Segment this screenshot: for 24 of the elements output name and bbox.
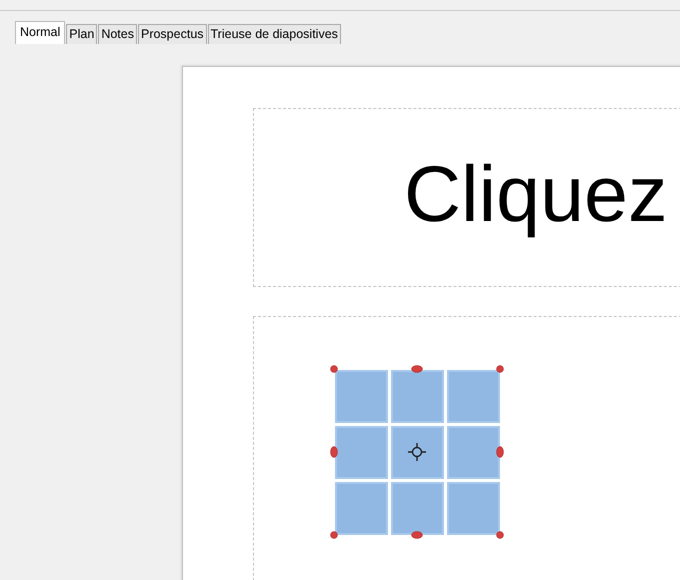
selection-handle[interactable] xyxy=(330,446,338,458)
tile xyxy=(335,482,388,535)
tile xyxy=(335,426,388,479)
title-placeholder[interactable]: Cliquez xyxy=(253,108,680,287)
tile xyxy=(447,426,500,479)
tile xyxy=(335,370,388,423)
slide-title: Cliquez xyxy=(404,154,668,240)
tile xyxy=(391,482,444,535)
selection-handle[interactable] xyxy=(330,531,338,539)
selection-handle[interactable] xyxy=(496,365,504,373)
tile xyxy=(391,370,444,423)
view-tab[interactable]: Normal xyxy=(15,21,66,44)
selection-handle[interactable] xyxy=(411,365,423,373)
tile xyxy=(447,482,500,535)
tile xyxy=(391,426,444,479)
view-tab[interactable]: Prospectus xyxy=(138,24,207,44)
tile xyxy=(447,370,500,423)
view-tab[interactable]: Notes xyxy=(98,24,137,44)
view-tab[interactable]: Plan xyxy=(66,24,98,44)
selection-handle[interactable] xyxy=(330,365,338,373)
selection-handle[interactable] xyxy=(496,531,504,539)
selection-handle[interactable] xyxy=(496,446,504,458)
selection-handle[interactable] xyxy=(411,531,423,539)
view-tab[interactable]: Trieuse de diapositives xyxy=(208,24,341,44)
